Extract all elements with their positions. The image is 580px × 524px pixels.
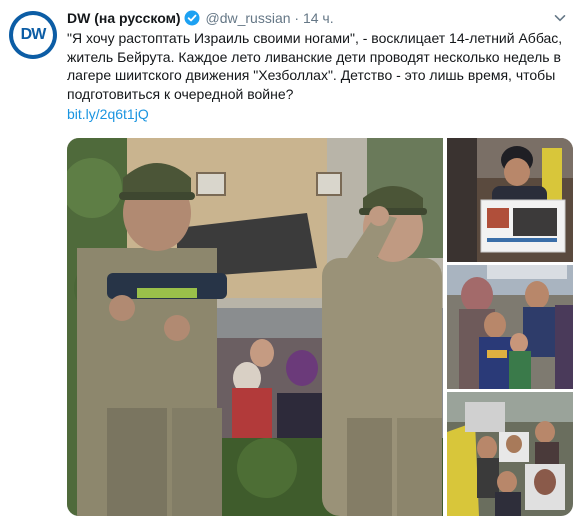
photo-middle-right[interactable]	[447, 265, 573, 389]
timestamp[interactable]: 14 ч.	[303, 10, 334, 26]
display-name[interactable]: DW (на русском)	[67, 10, 181, 26]
verified-badge-icon	[184, 10, 200, 26]
tweet-text: "Я хочу растоптать Израиль своими ногами…	[67, 30, 563, 102]
tweet-link[interactable]: bit.ly/2q6t1jQ	[67, 105, 567, 124]
photo-top-right[interactable]	[447, 138, 573, 262]
photo-main[interactable]	[67, 138, 443, 516]
media-grid	[67, 138, 573, 516]
photo-bottom-right[interactable]	[447, 392, 573, 516]
more-options-chevron-icon[interactable]	[554, 12, 566, 24]
user-handle[interactable]: @dw_russian	[205, 10, 290, 26]
dw-logo: DW	[13, 15, 53, 55]
tweet-body: "Я хочу растоптать Израиль своими ногами…	[67, 29, 567, 124]
tweet-header: DW (на русском) @dw_russian · 14 ч.	[67, 9, 334, 27]
separator-dot: ·	[294, 10, 300, 26]
avatar[interactable]: DW	[9, 11, 57, 59]
